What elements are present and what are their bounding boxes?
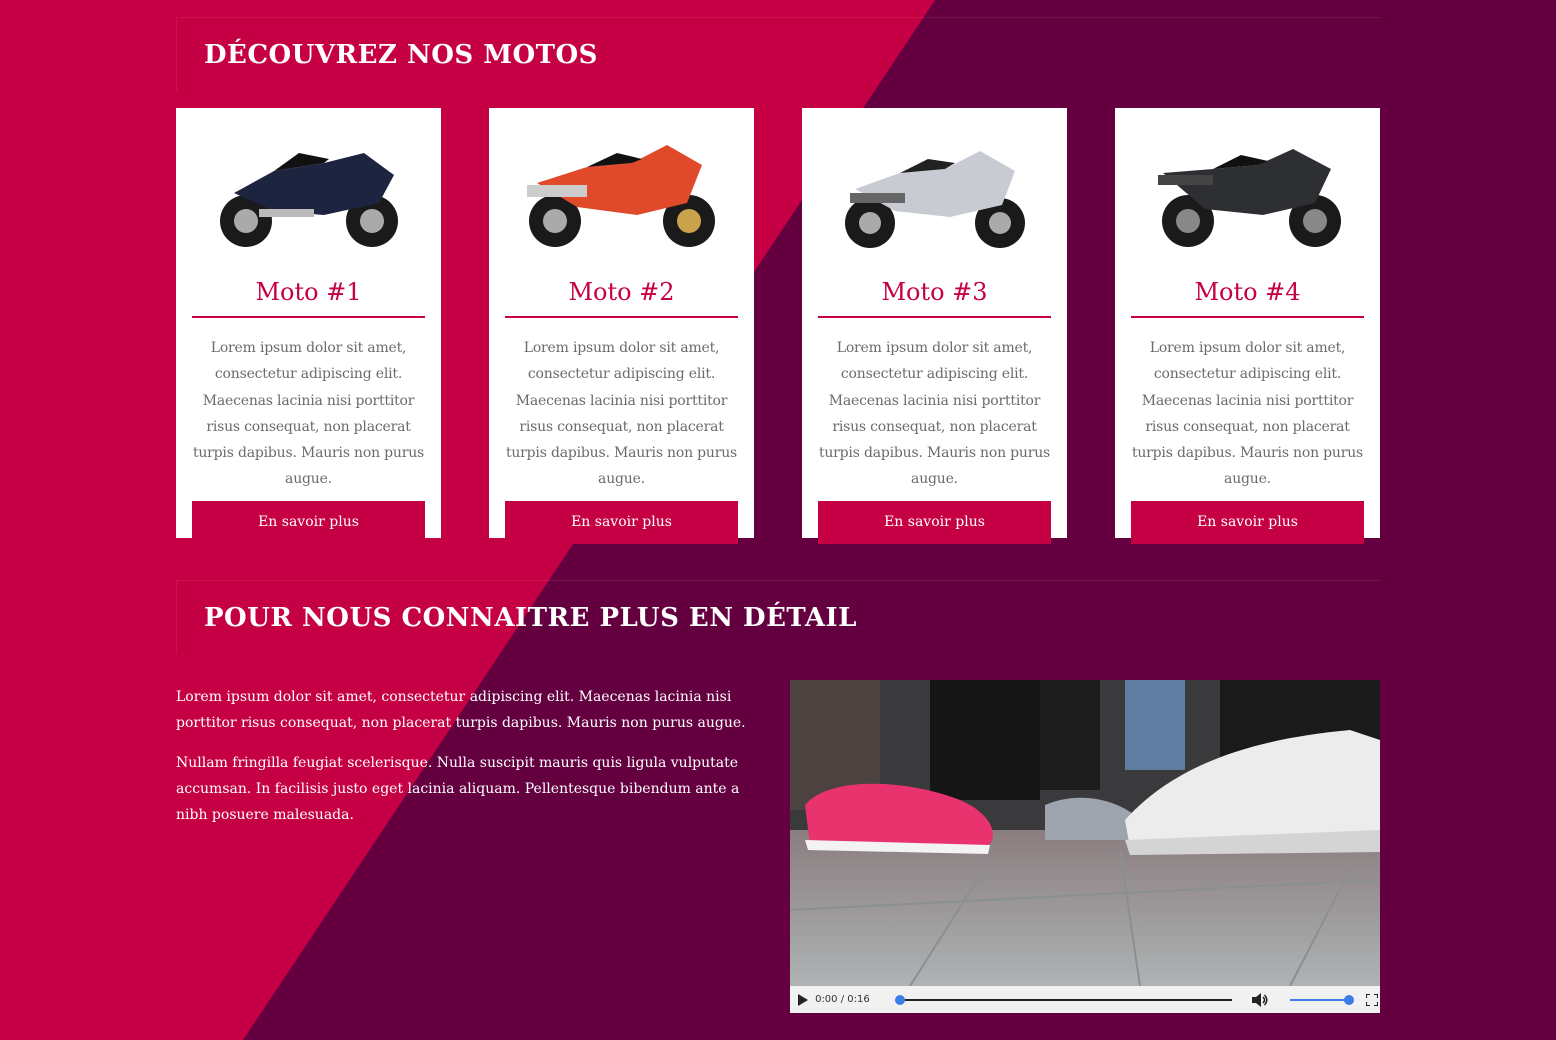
motorcycle-icon [526, 145, 715, 247]
moto-description: Lorem ipsum dolor sit amet, consectetur … [1131, 340, 1364, 488]
moto-image [1131, 108, 1364, 258]
about-paragraph: Nullam fringilla feugiat scelerisque. Nu… [176, 754, 740, 824]
progress-knob[interactable] [894, 994, 905, 1005]
volume-icon[interactable] [1250, 992, 1271, 1007]
volume-knob[interactable] [1343, 994, 1354, 1005]
learn-more-button[interactable]: En savoir plus [1131, 500, 1364, 544]
learn-more-button[interactable]: En savoir plus [505, 500, 738, 544]
moto-card: Moto #3 Lorem ipsum dolor sit amet, cons… [802, 108, 1067, 544]
learn-more-button[interactable]: En savoir plus [818, 500, 1051, 544]
section-title-motos: DÉCOUVREZ NOS MOTOS [176, 17, 1380, 91]
moto-title: Moto #4 [1131, 278, 1364, 318]
moto-title: Moto #3 [818, 278, 1051, 318]
play-icon[interactable] [790, 993, 815, 1006]
moto-image [505, 108, 738, 258]
video-frame[interactable] [790, 680, 1380, 986]
about-paragraph: Lorem ipsum dolor sit amet, consectetur … [176, 689, 746, 732]
moto-card: Moto #2 Lorem ipsum dolor sit amet, cons… [489, 108, 754, 544]
motorcycle-icon [1157, 149, 1341, 247]
fullscreen-icon[interactable] [1365, 993, 1380, 1006]
video-time: 0:00 / 0:16 [815, 994, 870, 1005]
moto-title: Moto #1 [192, 278, 425, 318]
about-text: Lorem ipsum dolor sit amet, consectetur … [176, 684, 766, 841]
page: DÉCOUVREZ NOS MOTOS Moto #1 Lorem ipsum … [0, 0, 1556, 1040]
moto-card: Moto #1 Lorem ipsum dolor sit amet, cons… [176, 108, 441, 544]
moto-title: Moto #2 [505, 278, 738, 318]
moto-description: Lorem ipsum dolor sit amet, consectetur … [818, 340, 1051, 488]
video-player[interactable]: 0:00 / 0:16 [790, 680, 1380, 1013]
moto-image [192, 108, 425, 258]
section-title-about: POUR NOUS CONNAITRE PLUS EN DÉTAIL [176, 580, 1380, 654]
moto-description: Lorem ipsum dolor sit amet, consectetur … [505, 340, 738, 488]
motorcycle-icon [844, 151, 1025, 248]
learn-more-button[interactable]: En savoir plus [192, 500, 425, 544]
video-controls: 0:00 / 0:16 [790, 986, 1380, 1013]
video-progress-bar[interactable] [894, 994, 1232, 1005]
motorcycle-icon [219, 153, 398, 247]
moto-image [818, 108, 1051, 258]
volume-slider[interactable] [1289, 994, 1354, 1005]
moto-description: Lorem ipsum dolor sit amet, consectetur … [192, 340, 425, 488]
moto-card: Moto #4 Lorem ipsum dolor sit amet, cons… [1115, 108, 1380, 544]
